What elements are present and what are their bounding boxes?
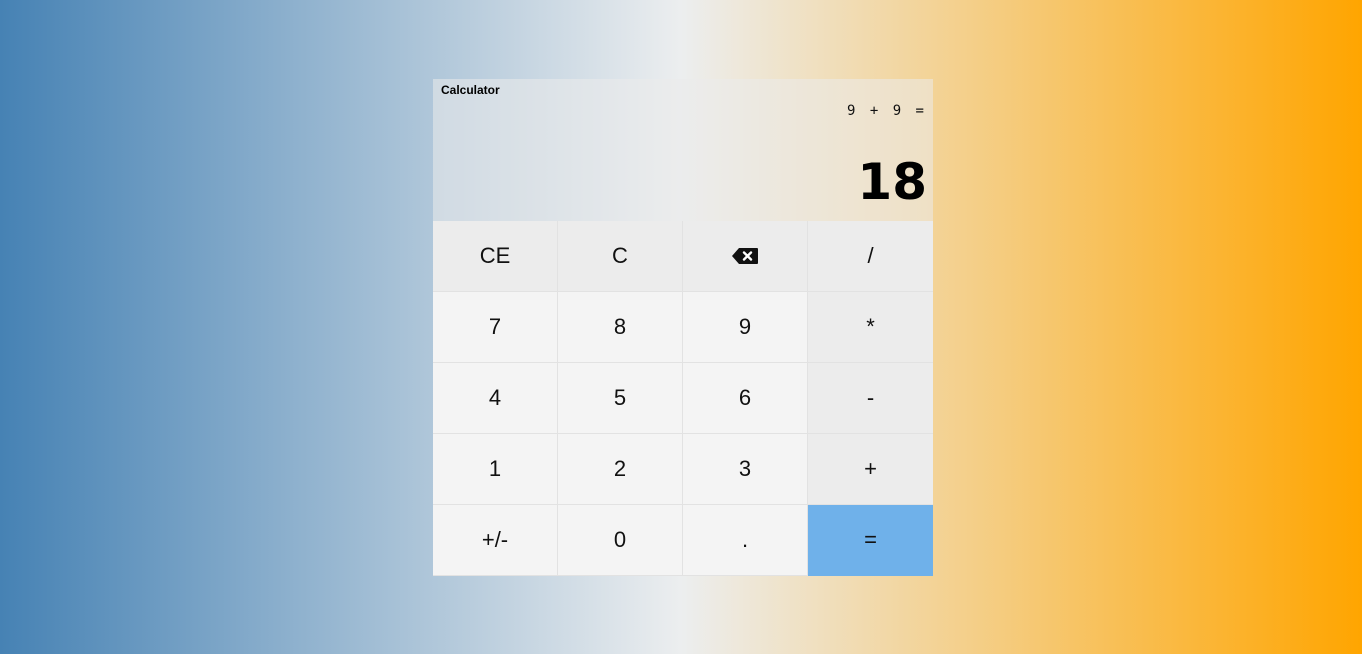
clear-button[interactable]: C (558, 221, 683, 292)
divide-button[interactable]: / (808, 221, 933, 292)
digit-9-button[interactable]: 9 (683, 292, 808, 363)
digit-3-button[interactable]: 3 (683, 434, 808, 505)
digit-4-button[interactable]: 4 (433, 363, 558, 434)
subtract-button[interactable]: - (808, 363, 933, 434)
digit-6-button[interactable]: 6 (683, 363, 808, 434)
negate-button[interactable]: +/- (433, 505, 558, 576)
decimal-button[interactable]: . (683, 505, 808, 576)
equals-button[interactable]: = (808, 505, 933, 576)
digit-5-button[interactable]: 5 (558, 363, 683, 434)
clear-entry-button[interactable]: CE (433, 221, 558, 292)
digit-8-button[interactable]: 8 (558, 292, 683, 363)
digit-7-button[interactable]: 7 (433, 292, 558, 363)
keypad: CE C / 7 8 9 * 4 5 6 - 1 2 3 + +/- 0 . = (433, 221, 933, 576)
backspace-icon (731, 247, 759, 265)
app-title: Calculator (441, 83, 500, 97)
backspace-button[interactable] (683, 221, 808, 292)
calculator: Calculator 9 + 9 = 18 CE C / 7 8 9 * 4 5… (433, 79, 933, 576)
result-display: 18 (857, 153, 927, 211)
add-button[interactable]: + (808, 434, 933, 505)
expression-display: 9 + 9 = (846, 103, 927, 119)
display-panel: Calculator 9 + 9 = 18 (433, 79, 933, 221)
digit-0-button[interactable]: 0 (558, 505, 683, 576)
digit-1-button[interactable]: 1 (433, 434, 558, 505)
digit-2-button[interactable]: 2 (558, 434, 683, 505)
multiply-button[interactable]: * (808, 292, 933, 363)
